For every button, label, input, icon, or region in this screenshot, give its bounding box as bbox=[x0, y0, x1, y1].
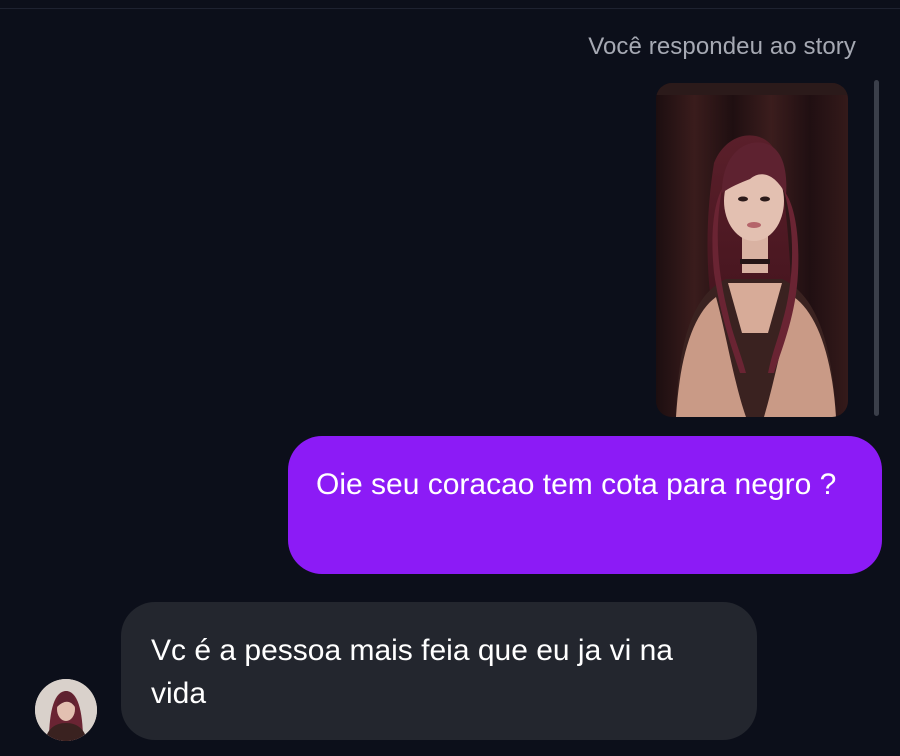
sender-avatar[interactable] bbox=[35, 679, 97, 741]
story-reply-caption: Você respondeu ao story bbox=[588, 33, 856, 60]
received-message-text: Vc é a pessoa mais feia que eu ja vi na … bbox=[151, 634, 673, 710]
story-photo-icon bbox=[656, 83, 848, 417]
sent-message-bubble[interactable]: Oie seu coracao tem cota para negro ? bbox=[288, 436, 882, 574]
story-reply-indicator bbox=[874, 80, 879, 416]
top-divider bbox=[0, 8, 900, 9]
story-thumbnail[interactable] bbox=[656, 83, 848, 417]
contact-avatar-icon bbox=[35, 679, 97, 741]
received-message-bubble[interactable]: Vc é a pessoa mais feia que eu ja vi na … bbox=[121, 602, 757, 740]
sent-message-text: Oie seu coracao tem cota para negro ? bbox=[316, 468, 837, 501]
